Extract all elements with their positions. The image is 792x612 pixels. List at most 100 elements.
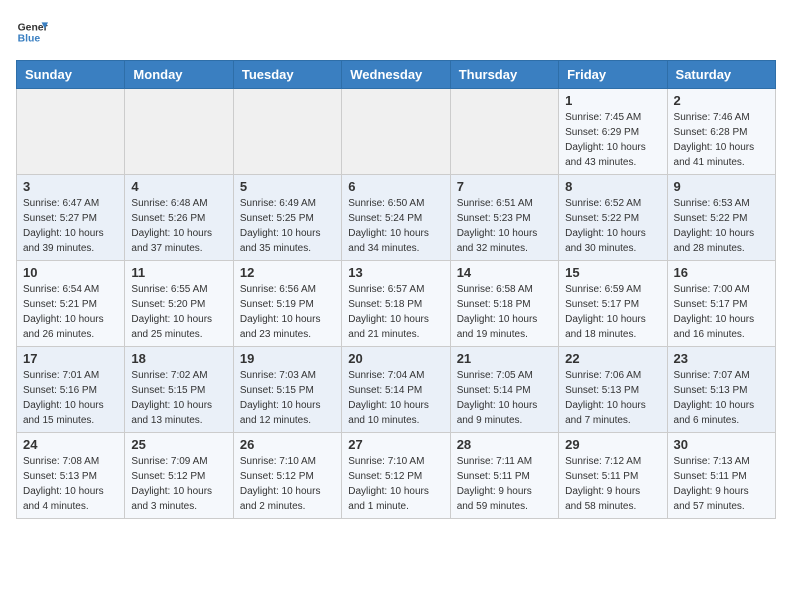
day-number: 8	[565, 179, 660, 194]
calendar-header: SundayMondayTuesdayWednesdayThursdayFrid…	[17, 61, 776, 89]
day-cell: 13 Sunrise: 6:57 AM Sunset: 5:18 PM Dayli…	[342, 261, 450, 347]
day-number: 27	[348, 437, 443, 452]
day-number: 17	[23, 351, 118, 366]
day-info: Sunrise: 6:53 AM Sunset: 5:22 PM Dayligh…	[674, 196, 769, 256]
day-number: 2	[674, 93, 769, 108]
day-number: 20	[348, 351, 443, 366]
day-cell	[233, 89, 341, 175]
logo: General Blue	[16, 16, 48, 48]
day-cell: 9 Sunrise: 6:53 AM Sunset: 5:22 PM Daylig…	[667, 175, 775, 261]
day-number: 5	[240, 179, 335, 194]
day-cell: 5 Sunrise: 6:49 AM Sunset: 5:25 PM Daylig…	[233, 175, 341, 261]
day-info: Sunrise: 7:11 AM Sunset: 5:11 PM Dayligh…	[457, 454, 552, 514]
day-number: 4	[131, 179, 226, 194]
day-cell: 4 Sunrise: 6:48 AM Sunset: 5:26 PM Daylig…	[125, 175, 233, 261]
day-info: Sunrise: 6:58 AM Sunset: 5:18 PM Dayligh…	[457, 282, 552, 342]
day-info: Sunrise: 6:47 AM Sunset: 5:27 PM Dayligh…	[23, 196, 118, 256]
day-number: 18	[131, 351, 226, 366]
header-cell-wednesday: Wednesday	[342, 61, 450, 89]
day-cell	[342, 89, 450, 175]
week-row-5: 24Sunrise: 7:08 AM Sunset: 5:13 PM Dayli…	[17, 433, 776, 519]
day-cell: 26Sunrise: 7:10 AM Sunset: 5:12 PM Dayli…	[233, 433, 341, 519]
day-number: 28	[457, 437, 552, 452]
day-info: Sunrise: 7:00 AM Sunset: 5:17 PM Dayligh…	[674, 282, 769, 342]
week-row-1: 1 Sunrise: 7:45 AM Sunset: 6:29 PM Daylig…	[17, 89, 776, 175]
day-cell: 20 Sunrise: 7:04 AM Sunset: 5:14 PM Dayli…	[342, 347, 450, 433]
day-cell: 29 Sunrise: 7:12 AM Sunset: 5:11 PM Dayli…	[559, 433, 667, 519]
day-info: Sunrise: 7:09 AM Sunset: 5:12 PM Dayligh…	[131, 454, 226, 514]
day-cell: 23 Sunrise: 7:07 AM Sunset: 5:13 PM Dayli…	[667, 347, 775, 433]
day-cell: 16 Sunrise: 7:00 AM Sunset: 5:17 PM Dayli…	[667, 261, 775, 347]
calendar-body: 1 Sunrise: 7:45 AM Sunset: 6:29 PM Daylig…	[17, 89, 776, 519]
day-info: Sunrise: 7:05 AM Sunset: 5:14 PM Dayligh…	[457, 368, 552, 428]
day-number: 1	[565, 93, 660, 108]
week-row-4: 17 Sunrise: 7:01 AM Sunset: 5:16 PM Dayli…	[17, 347, 776, 433]
day-number: 15	[565, 265, 660, 280]
day-cell: 18Sunrise: 7:02 AM Sunset: 5:15 PM Dayli…	[125, 347, 233, 433]
day-number: 11	[131, 265, 226, 280]
day-number: 13	[348, 265, 443, 280]
day-number: 19	[240, 351, 335, 366]
day-info: Sunrise: 6:51 AM Sunset: 5:23 PM Dayligh…	[457, 196, 552, 256]
day-number: 7	[457, 179, 552, 194]
day-info: Sunrise: 7:03 AM Sunset: 5:15 PM Dayligh…	[240, 368, 335, 428]
day-cell: 27Sunrise: 7:10 AM Sunset: 5:12 PM Dayli…	[342, 433, 450, 519]
day-cell: 21Sunrise: 7:05 AM Sunset: 5:14 PM Dayli…	[450, 347, 558, 433]
day-cell: 11 Sunrise: 6:55 AM Sunset: 5:20 PM Dayli…	[125, 261, 233, 347]
day-number: 25	[131, 437, 226, 452]
day-info: Sunrise: 7:45 AM Sunset: 6:29 PM Dayligh…	[565, 110, 660, 170]
day-cell	[17, 89, 125, 175]
day-number: 3	[23, 179, 118, 194]
day-info: Sunrise: 7:04 AM Sunset: 5:14 PM Dayligh…	[348, 368, 443, 428]
day-info: Sunrise: 7:10 AM Sunset: 5:12 PM Dayligh…	[240, 454, 335, 514]
header-cell-thursday: Thursday	[450, 61, 558, 89]
day-cell: 17 Sunrise: 7:01 AM Sunset: 5:16 PM Dayli…	[17, 347, 125, 433]
day-cell: 14 Sunrise: 6:58 AM Sunset: 5:18 PM Dayli…	[450, 261, 558, 347]
day-cell: 28 Sunrise: 7:11 AM Sunset: 5:11 PM Dayli…	[450, 433, 558, 519]
day-cell	[450, 89, 558, 175]
day-number: 10	[23, 265, 118, 280]
header-cell-sunday: Sunday	[17, 61, 125, 89]
day-cell	[125, 89, 233, 175]
header-cell-tuesday: Tuesday	[233, 61, 341, 89]
day-number: 14	[457, 265, 552, 280]
day-info: Sunrise: 7:07 AM Sunset: 5:13 PM Dayligh…	[674, 368, 769, 428]
header-cell-friday: Friday	[559, 61, 667, 89]
day-info: Sunrise: 6:55 AM Sunset: 5:20 PM Dayligh…	[131, 282, 226, 342]
day-info: Sunrise: 6:48 AM Sunset: 5:26 PM Dayligh…	[131, 196, 226, 256]
day-number: 6	[348, 179, 443, 194]
week-row-2: 3 Sunrise: 6:47 AM Sunset: 5:27 PM Daylig…	[17, 175, 776, 261]
day-info: Sunrise: 7:46 AM Sunset: 6:28 PM Dayligh…	[674, 110, 769, 170]
day-number: 9	[674, 179, 769, 194]
day-info: Sunrise: 6:49 AM Sunset: 5:25 PM Dayligh…	[240, 196, 335, 256]
day-cell: 15 Sunrise: 6:59 AM Sunset: 5:17 PM Dayli…	[559, 261, 667, 347]
page-header: General Blue	[16, 16, 776, 48]
day-number: 16	[674, 265, 769, 280]
day-cell: 2 Sunrise: 7:46 AM Sunset: 6:28 PM Daylig…	[667, 89, 775, 175]
day-info: Sunrise: 6:57 AM Sunset: 5:18 PM Dayligh…	[348, 282, 443, 342]
day-cell: 30 Sunrise: 7:13 AM Sunset: 5:11 PM Dayli…	[667, 433, 775, 519]
day-number: 23	[674, 351, 769, 366]
day-cell: 22Sunrise: 7:06 AM Sunset: 5:13 PM Dayli…	[559, 347, 667, 433]
calendar-table: SundayMondayTuesdayWednesdayThursdayFrid…	[16, 60, 776, 519]
day-number: 30	[674, 437, 769, 452]
logo-icon: General Blue	[16, 16, 48, 48]
day-info: Sunrise: 7:13 AM Sunset: 5:11 PM Dayligh…	[674, 454, 769, 514]
day-info: Sunrise: 6:52 AM Sunset: 5:22 PM Dayligh…	[565, 196, 660, 256]
header-row: SundayMondayTuesdayWednesdayThursdayFrid…	[17, 61, 776, 89]
day-cell: 8 Sunrise: 6:52 AM Sunset: 5:22 PM Daylig…	[559, 175, 667, 261]
week-row-3: 10 Sunrise: 6:54 AM Sunset: 5:21 PM Dayli…	[17, 261, 776, 347]
day-cell: 6 Sunrise: 6:50 AM Sunset: 5:24 PM Daylig…	[342, 175, 450, 261]
day-cell: 10 Sunrise: 6:54 AM Sunset: 5:21 PM Dayli…	[17, 261, 125, 347]
day-cell: 7 Sunrise: 6:51 AM Sunset: 5:23 PM Daylig…	[450, 175, 558, 261]
day-info: Sunrise: 6:54 AM Sunset: 5:21 PM Dayligh…	[23, 282, 118, 342]
day-cell: 25 Sunrise: 7:09 AM Sunset: 5:12 PM Dayli…	[125, 433, 233, 519]
day-info: Sunrise: 6:56 AM Sunset: 5:19 PM Dayligh…	[240, 282, 335, 342]
day-info: Sunrise: 7:12 AM Sunset: 5:11 PM Dayligh…	[565, 454, 660, 514]
header-cell-saturday: Saturday	[667, 61, 775, 89]
day-info: Sunrise: 6:59 AM Sunset: 5:17 PM Dayligh…	[565, 282, 660, 342]
day-number: 29	[565, 437, 660, 452]
svg-text:Blue: Blue	[18, 34, 41, 45]
day-info: Sunrise: 7:01 AM Sunset: 5:16 PM Dayligh…	[23, 368, 118, 428]
day-info: Sunrise: 6:50 AM Sunset: 5:24 PM Dayligh…	[348, 196, 443, 256]
